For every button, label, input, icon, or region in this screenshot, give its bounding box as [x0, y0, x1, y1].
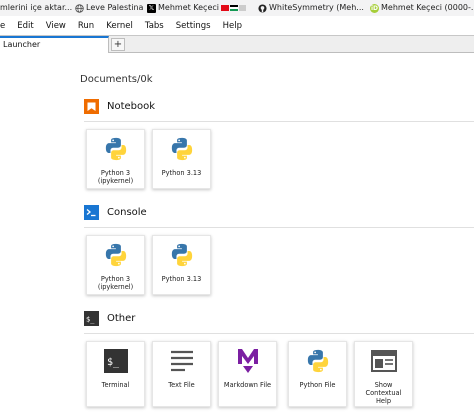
bookmark-import[interactable]: mlerini içe aktar...	[0, 2, 72, 14]
card-label: Python 3	[100, 275, 131, 283]
menu-edit[interactable]: Edit	[11, 18, 39, 35]
launcher-card-notebook-python3[interactable]: Python 3 (ipykernel)	[86, 129, 145, 189]
menu-run[interactable]: Run	[72, 18, 100, 35]
globe-icon	[75, 3, 84, 13]
python-icon	[153, 136, 210, 162]
launcher-card-notebook-python313[interactable]: Python 3.13	[152, 129, 211, 189]
tab-launcher[interactable]: Launcher	[0, 36, 109, 53]
bookmark-mehmet-x[interactable]: 𝕏 Mehmet Keçeci	[147, 2, 246, 14]
bookmark-label: Leve Palestina	[86, 3, 144, 12]
markdown-icon	[219, 348, 276, 374]
section-divider	[84, 121, 474, 122]
menu-tabs[interactable]: Tabs	[139, 18, 170, 35]
svg-text:$_: $_	[86, 316, 95, 324]
menu-help[interactable]: Help	[217, 18, 248, 35]
launcher-card-console-python313[interactable]: Python 3.13	[152, 235, 211, 295]
text-file-icon	[153, 348, 210, 374]
launcher-card-contextual-help[interactable]: Show Contextual Help	[354, 341, 413, 407]
svg-text:$_: $_	[107, 357, 120, 368]
bookmark-leve-palestina[interactable]: Leve Palestina	[75, 2, 143, 14]
card-label: Python 3.13	[161, 169, 202, 177]
tab-bar: Launcher +	[0, 36, 474, 53]
card-label-line3: Help	[375, 397, 392, 405]
section-title: Console	[107, 207, 147, 218]
other-terminal-icon: $_	[84, 311, 99, 326]
github-icon	[258, 3, 267, 13]
section-divider	[84, 227, 474, 228]
menu-view[interactable]: View	[40, 18, 72, 35]
python-icon	[87, 242, 144, 268]
launcher-card-console-python3[interactable]: Python 3 (ipykernel)	[86, 235, 145, 295]
card-label: Text File	[168, 381, 195, 389]
section-title: Notebook	[107, 101, 156, 112]
notebook-icon	[84, 99, 99, 114]
section-title: Other	[107, 313, 136, 324]
card-label: Python 3.13	[161, 275, 202, 283]
bookmarks-bar: mlerini içe aktar... Leve Palestina 𝕏 Me…	[0, 0, 474, 16]
section-console: Console	[84, 205, 147, 220]
card-sublabel: (ipykernel)	[97, 177, 134, 185]
bookmark-label: Mehmet Keçeci	[158, 3, 219, 12]
menu-settings[interactable]: Settings	[170, 18, 217, 35]
card-label: Show	[374, 381, 393, 389]
launcher-card-text-file[interactable]: Text File	[152, 341, 211, 407]
launcher-card-markdown-file[interactable]: Markdown File	[218, 341, 277, 407]
menu-bar: e Edit View Run Kernel Tabs Settings Hel…	[0, 18, 474, 35]
breadcrumb: Documents/0k	[80, 74, 153, 85]
card-label: Terminal	[101, 381, 130, 389]
python-icon	[87, 136, 144, 162]
flag-icons	[221, 5, 246, 11]
launcher-card-terminal[interactable]: $_ Terminal	[86, 341, 145, 407]
card-label: Markdown File	[223, 381, 272, 389]
card-sublabel: (ipykernel)	[97, 283, 134, 291]
x-logo-icon: 𝕏	[147, 3, 156, 13]
contextual-help-icon	[355, 348, 412, 374]
python-icon	[153, 242, 210, 268]
orcid-icon: iD	[370, 3, 379, 13]
section-other: $_ Other	[84, 311, 135, 326]
menu-kernel[interactable]: Kernel	[100, 18, 139, 35]
terminal-icon: $_	[87, 348, 144, 374]
launcher-card-python-file[interactable]: Python File	[288, 341, 347, 407]
python-icon	[289, 348, 346, 374]
section-divider	[84, 333, 474, 334]
console-icon	[84, 205, 99, 220]
tab-label: Launcher	[3, 40, 41, 49]
bookmark-label: WhiteSymmetry (Meh...	[269, 3, 364, 12]
bookmark-label: mlerini içe aktar...	[0, 3, 73, 12]
menu-file[interactable]: e	[0, 18, 11, 35]
card-label: Python 3	[100, 169, 131, 177]
bookmark-whitesymmetry[interactable]: WhiteSymmetry (Meh...	[258, 2, 364, 14]
bookmark-label: Mehmet Keçeci (0000-...	[381, 3, 474, 12]
bookmark-orcid[interactable]: iD Mehmet Keçeci (0000-...	[370, 2, 474, 14]
section-notebook: Notebook	[84, 99, 155, 114]
new-launcher-button[interactable]: +	[111, 38, 125, 51]
card-label: Python File	[299, 381, 336, 389]
card-label-line2: Contextual	[365, 389, 402, 397]
